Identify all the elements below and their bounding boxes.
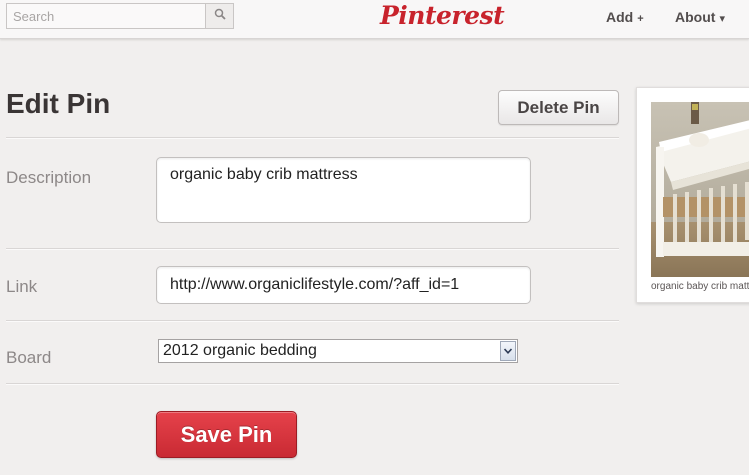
link-label: Link: [6, 277, 38, 296]
board-label: Board: [6, 348, 52, 367]
search-button[interactable]: [205, 3, 234, 29]
divider: [6, 320, 619, 322]
description-field[interactable]: organic baby crib mattress: [156, 157, 531, 223]
delete-pin-button[interactable]: Delete Pin: [498, 90, 619, 125]
search-icon: [214, 7, 226, 25]
pin-preview-caption: organic baby crib mattress: [651, 281, 749, 292]
pinterest-logo[interactable]: Pinterest: [380, 1, 505, 30]
nav-add-menu[interactable]: Add +: [606, 9, 644, 25]
board-select[interactable]: 2012 organic bedding: [158, 339, 518, 363]
page-title: Edit Pin: [6, 88, 111, 119]
description-label: Description: [6, 168, 92, 187]
divider: [6, 248, 619, 250]
nav-about-label: About: [675, 9, 716, 25]
nav-about-menu[interactable]: About ▾: [675, 9, 725, 25]
chevron-down-icon: ▾: [719, 13, 725, 25]
board-selected-value: 2012 organic bedding: [163, 342, 317, 359]
search-input[interactable]: [6, 3, 206, 29]
plus-icon: +: [637, 13, 644, 25]
nav-add-label: Add: [606, 9, 634, 25]
search-box: [6, 3, 234, 29]
link-field[interactable]: [156, 266, 531, 304]
dropdown-arrow-icon[interactable]: [500, 341, 516, 361]
pin-preview-image: [651, 102, 749, 277]
top-bar: Pinterest Add+ About▾: [0, 0, 749, 39]
divider: [6, 383, 619, 385]
divider: [6, 137, 619, 139]
pin-preview-card: organic baby crib mattress: [636, 87, 749, 303]
save-pin-button[interactable]: Save Pin: [156, 411, 297, 458]
